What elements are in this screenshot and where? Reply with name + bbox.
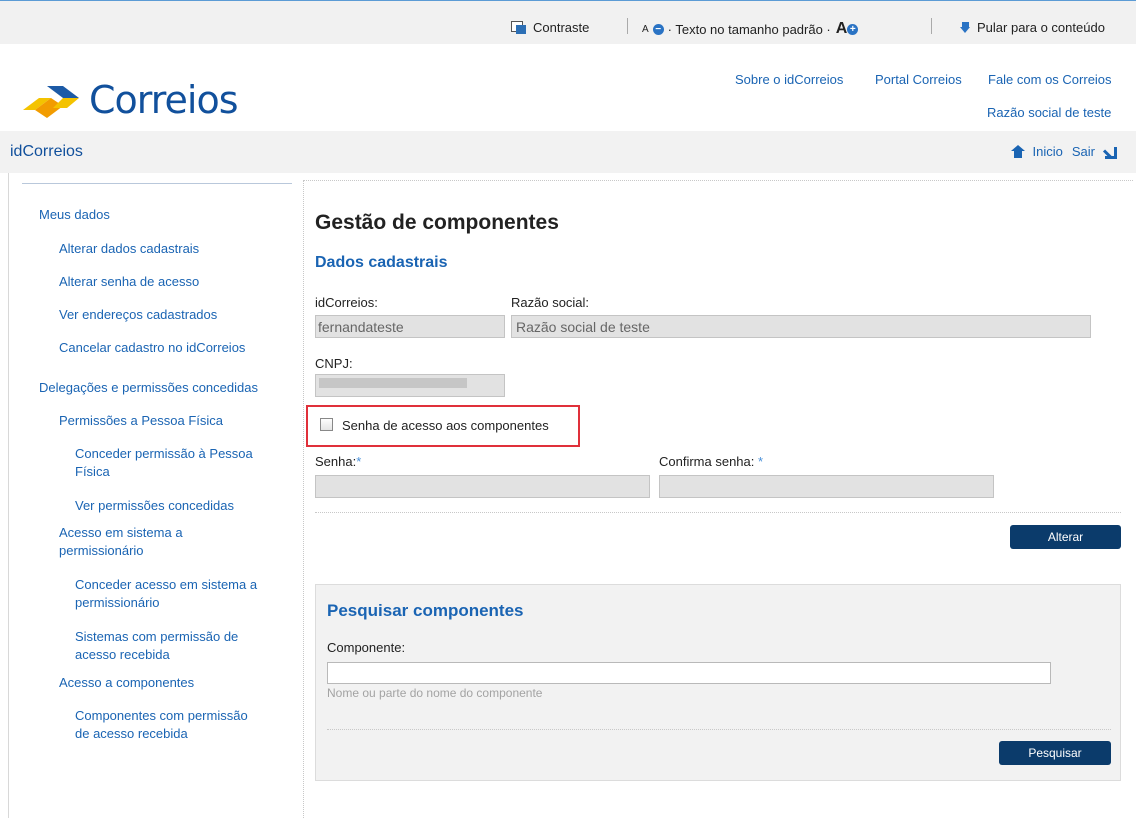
user-nav: Inicio Sair [1010, 144, 1117, 159]
razao-field: Razão social de teste [511, 315, 1091, 338]
nav-delegacoes[interactable]: Delegações e permissões concedidas [39, 379, 258, 397]
app-title: idCorreios [10, 143, 83, 160]
nav-conceder-permissao-line2[interactable]: Física [75, 463, 110, 481]
nav-alterar-senha[interactable]: Alterar senha de acesso [59, 273, 199, 291]
nav-componentes-permissao-line1[interactable]: Componentes com permissão [75, 707, 248, 725]
nav-conceder-acesso-line2[interactable]: permissionário [75, 594, 160, 612]
nav-acesso-sistema-line2[interactable]: permissionário [59, 542, 144, 560]
exit-arrow-icon[interactable] [1104, 146, 1117, 159]
separator [627, 18, 628, 34]
home-icon[interactable] [1010, 145, 1025, 158]
nav-conceder-acesso-line1[interactable]: Conceder acesso em sistema a [75, 576, 257, 594]
required-mark: * [356, 454, 362, 469]
divider [315, 512, 1121, 513]
nav-sistemas-permissao-line2[interactable]: acesso recebida [75, 646, 170, 664]
nav-permissoes-pf[interactable]: Permissões a Pessoa Física [59, 412, 223, 430]
section-title: Dados cadastrais [315, 254, 448, 271]
idcorreios-field: fernandateste [315, 315, 505, 338]
confirma-senha-field [659, 475, 994, 498]
pesquisar-button[interactable]: Pesquisar [999, 741, 1111, 765]
about-link[interactable]: Sobre o idCorreios [735, 72, 843, 87]
senha-field [315, 475, 650, 498]
company-name: Razão social de teste [987, 105, 1112, 120]
nav-alterar-dados[interactable]: Alterar dados cadastrais [59, 240, 199, 258]
checkbox-label: Senha de acesso aos componentes [342, 418, 549, 433]
correios-logo-icon [23, 86, 79, 118]
senha-label: Senha:* [315, 454, 362, 469]
contact-link[interactable]: Fale com os Correios [988, 72, 1112, 87]
contrast-label: Contraste [533, 20, 590, 35]
increase-font-letter: A [835, 20, 848, 37]
nav-cancelar-cadastro[interactable]: Cancelar cadastro no idCorreios [59, 339, 245, 357]
page-title: Gestão de componentes [315, 211, 559, 234]
portal-link[interactable]: Portal Correios [875, 72, 962, 87]
component-search-input[interactable] [327, 662, 1051, 684]
separator [931, 18, 932, 34]
alterar-button[interactable]: Alterar [1010, 525, 1121, 549]
nav-acesso-componentes[interactable]: Acesso a componentes [59, 674, 194, 692]
idcorreios-label: idCorreios: [315, 295, 378, 310]
search-divider [327, 729, 1111, 730]
logo-text: Correios [89, 78, 239, 122]
brand-bar: idCorreios Inicio Sair [0, 131, 1136, 173]
contrast-toggle[interactable]: Contraste [511, 20, 589, 35]
skip-to-content-link[interactable]: Pular para o conteúdo [960, 20, 1105, 35]
sidebar-divider [22, 183, 292, 184]
nav-acesso-sistema-line1[interactable]: Acesso em sistema a [59, 524, 183, 542]
decrease-font-letter: A [642, 23, 649, 35]
font-size-controls: A − · Texto no tamanho padrão · A + [642, 20, 859, 38]
password-checkbox[interactable] [320, 418, 333, 431]
font-size-text: · Texto no tamanho padrão · [667, 21, 831, 37]
nav-conceder-permissao-line1[interactable]: Conceder permissão à Pessoa [75, 445, 253, 463]
nav-componentes-permissao-line2[interactable]: de acesso recebida [75, 725, 188, 743]
confirma-label: Confirma senha: * [659, 454, 764, 469]
nav-sistemas-permissao-line1[interactable]: Sistemas com permissão de [75, 628, 238, 646]
exit-link[interactable]: Sair [1072, 144, 1095, 159]
cnpj-redacted-value [319, 378, 467, 388]
nav-ver-permissoes[interactable]: Ver permissões concedidas [75, 497, 234, 515]
home-link[interactable]: Inicio [1033, 144, 1063, 159]
skip-label: Pular para o conteúdo [977, 20, 1105, 35]
component-hint: Nome ou parte do nome do componente [327, 686, 543, 700]
nav-ver-enderecos[interactable]: Ver endereços cadastrados [59, 306, 217, 324]
razao-label: Razão social: [511, 295, 590, 310]
accessibility-bar: Contraste A − · Texto no tamanho padrão … [0, 0, 1136, 44]
search-title: Pesquisar componentes [327, 601, 524, 620]
correios-logo[interactable]: Correios [23, 76, 239, 124]
component-label: Componente: [327, 640, 406, 655]
nav-meus-dados[interactable]: Meus dados [39, 206, 110, 224]
cnpj-label: CNPJ: [315, 356, 353, 371]
increase-font-icon[interactable]: + [847, 23, 859, 35]
decrease-font-icon[interactable]: − [652, 23, 664, 35]
contrast-icon [511, 21, 527, 34]
arrow-down-icon [960, 22, 971, 33]
required-mark: * [758, 454, 764, 469]
page-left-border [8, 173, 9, 818]
